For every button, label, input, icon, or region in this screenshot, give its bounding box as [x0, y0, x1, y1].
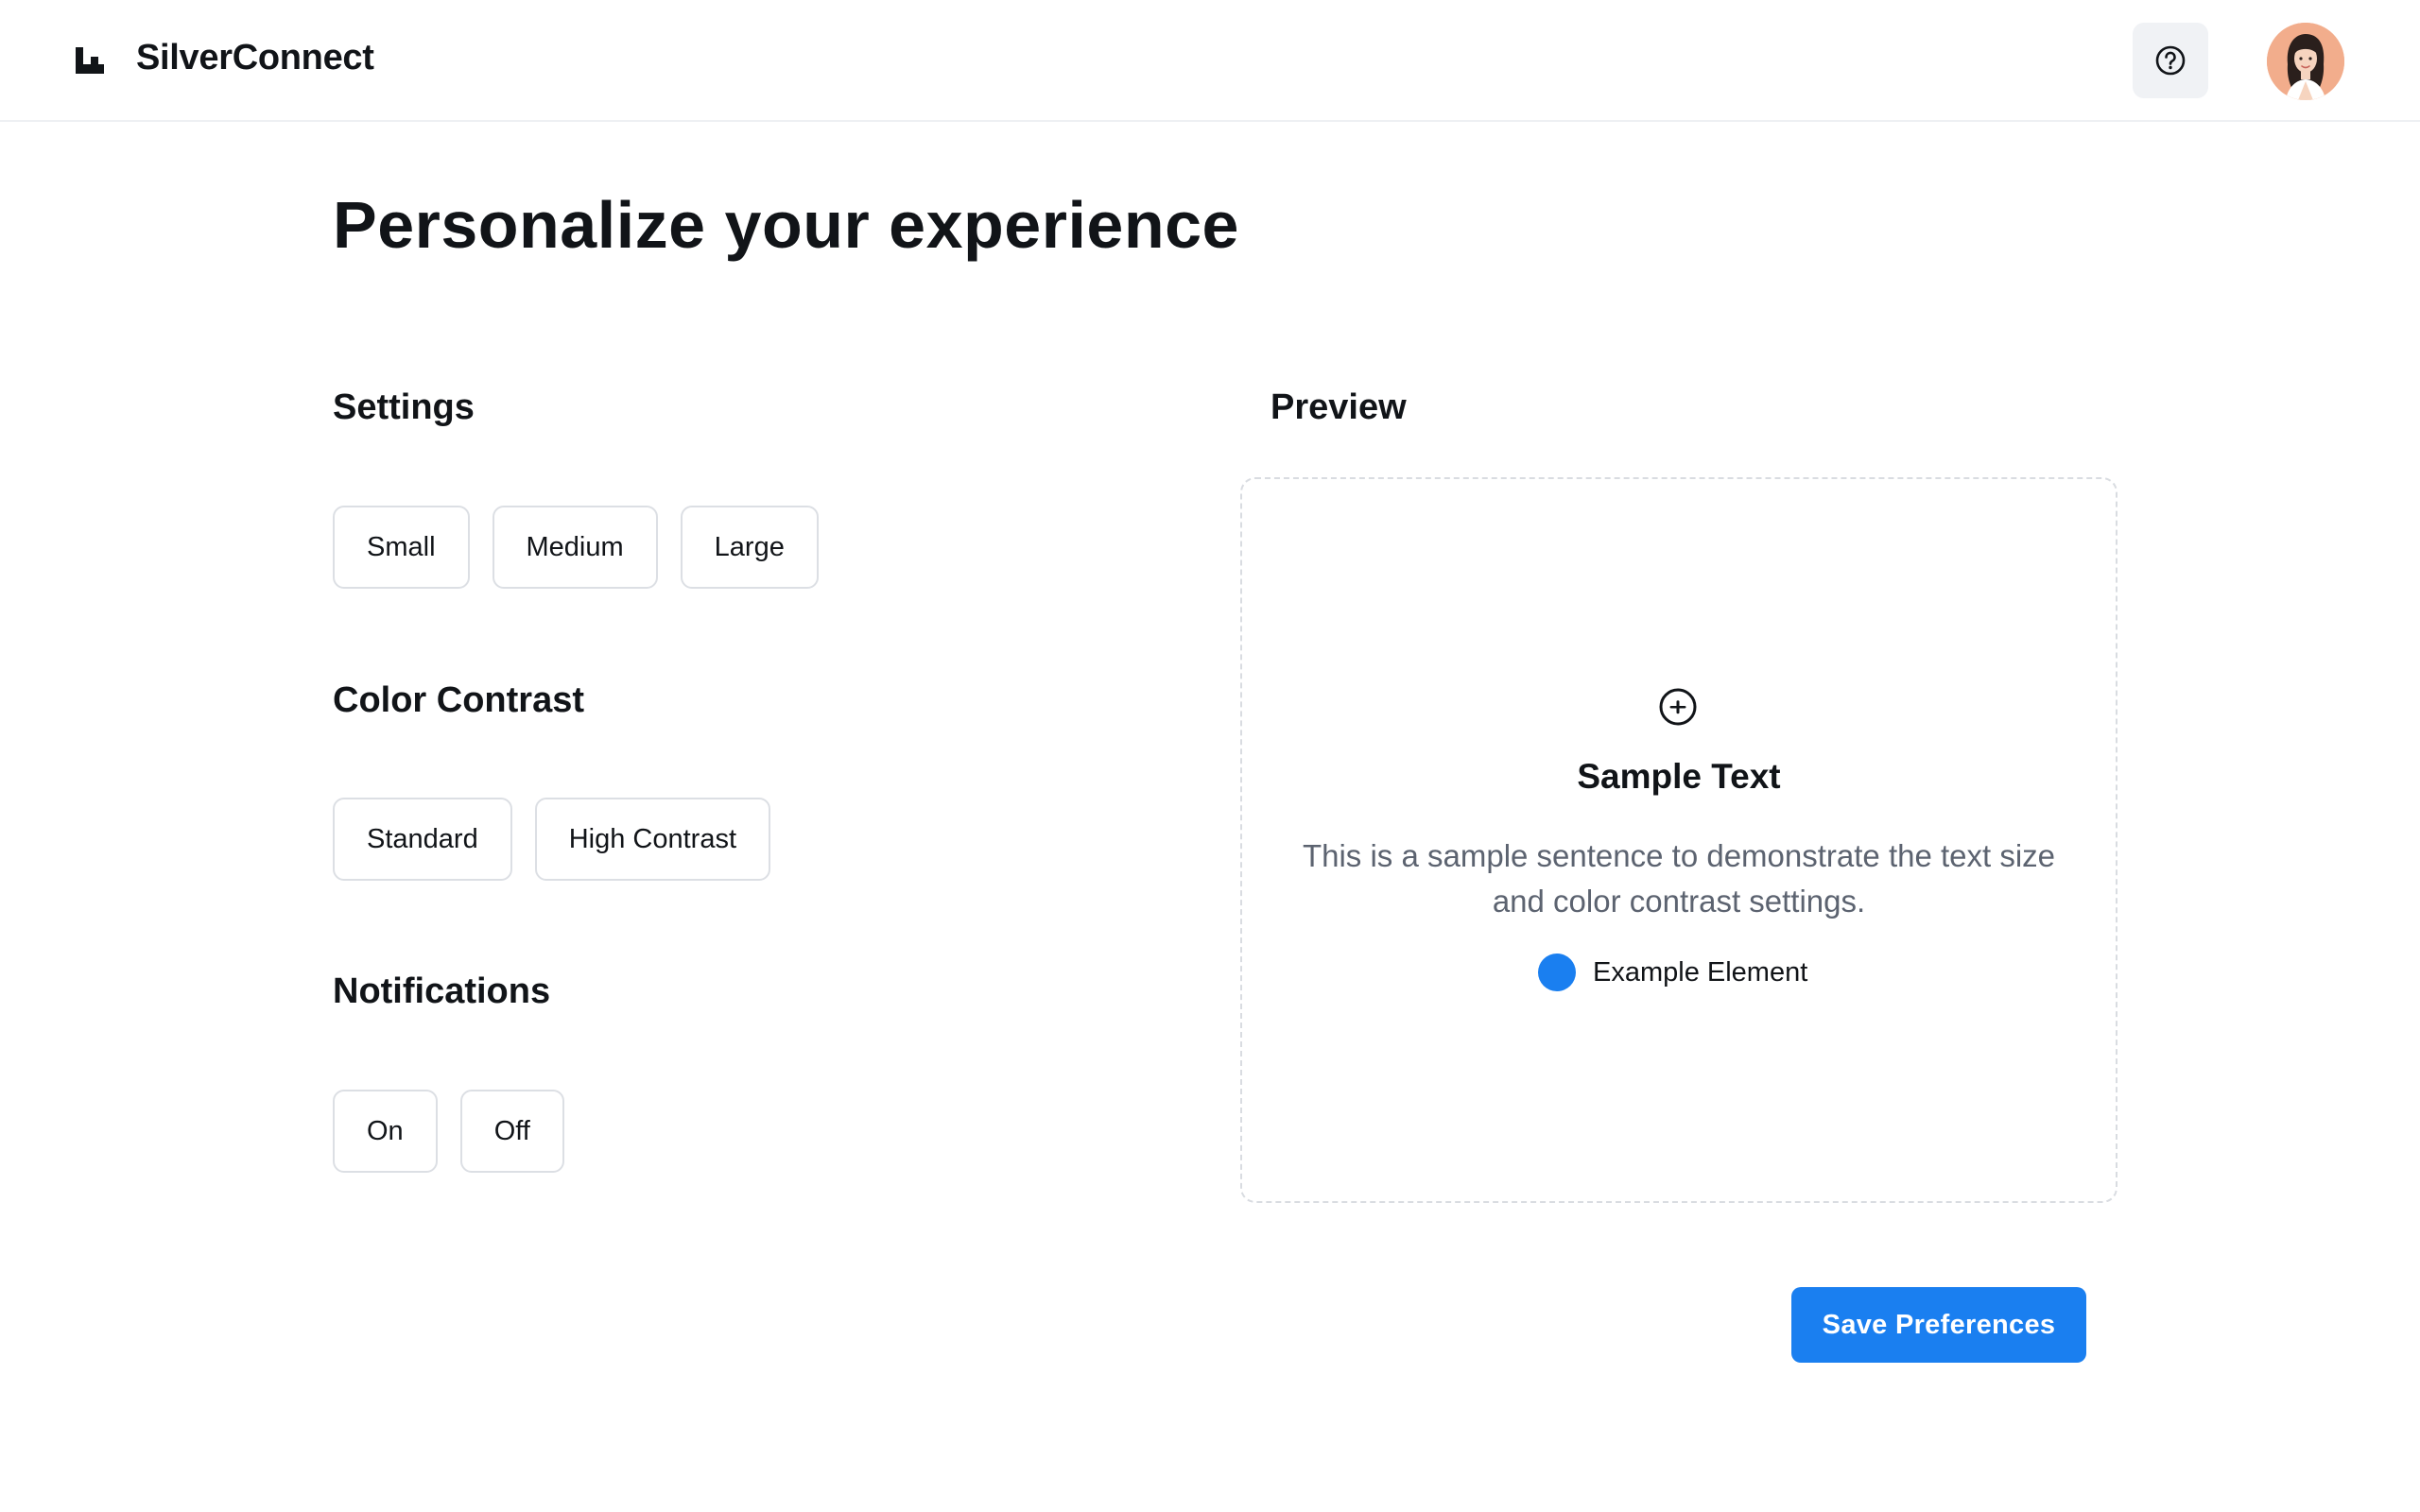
user-avatar[interactable]: [2267, 23, 2344, 100]
settings-heading: Settings: [333, 387, 475, 427]
app-title[interactable]: SilverConnect: [136, 38, 374, 78]
stairs-logo-icon[interactable]: [76, 47, 104, 74]
page-title: Personalize your experience: [333, 188, 1239, 262]
text-size-options: Small Medium Large: [333, 506, 819, 589]
example-element-label: Example Element: [1593, 956, 1808, 988]
notifications-on-button[interactable]: On: [333, 1090, 438, 1173]
notifications-options: On Off: [333, 1090, 564, 1173]
avatar-portrait: [2267, 23, 2344, 100]
example-element: Example Element: [1538, 954, 1807, 991]
text-size-small-button[interactable]: Small: [333, 506, 470, 589]
help-button[interactable]: [2133, 23, 2208, 98]
color-contrast-heading: Color Contrast: [333, 680, 584, 720]
color-contrast-options: Standard High Contrast: [333, 798, 771, 881]
plus-circle-icon: [1659, 688, 1697, 726]
contrast-standard-button[interactable]: Standard: [333, 798, 512, 881]
blue-dot-icon: [1538, 954, 1576, 991]
sample-title: Sample Text: [1577, 757, 1781, 796]
top-bar: SilverConnect: [0, 0, 2420, 122]
sample-body: This is a sample sentence to demonstrate…: [1302, 838, 2056, 919]
contrast-high-button[interactable]: High Contrast: [534, 798, 771, 881]
text-size-medium-button[interactable]: Medium: [492, 506, 658, 589]
text-size-large-button[interactable]: Large: [680, 506, 819, 589]
question-circle-icon: [2155, 45, 2186, 76]
notifications-off-button[interactable]: Off: [459, 1090, 564, 1173]
save-preferences-button[interactable]: Save Preferences: [1791, 1287, 2086, 1363]
preview-heading: Preview: [1270, 387, 1407, 427]
notifications-heading: Notifications: [333, 971, 551, 1011]
